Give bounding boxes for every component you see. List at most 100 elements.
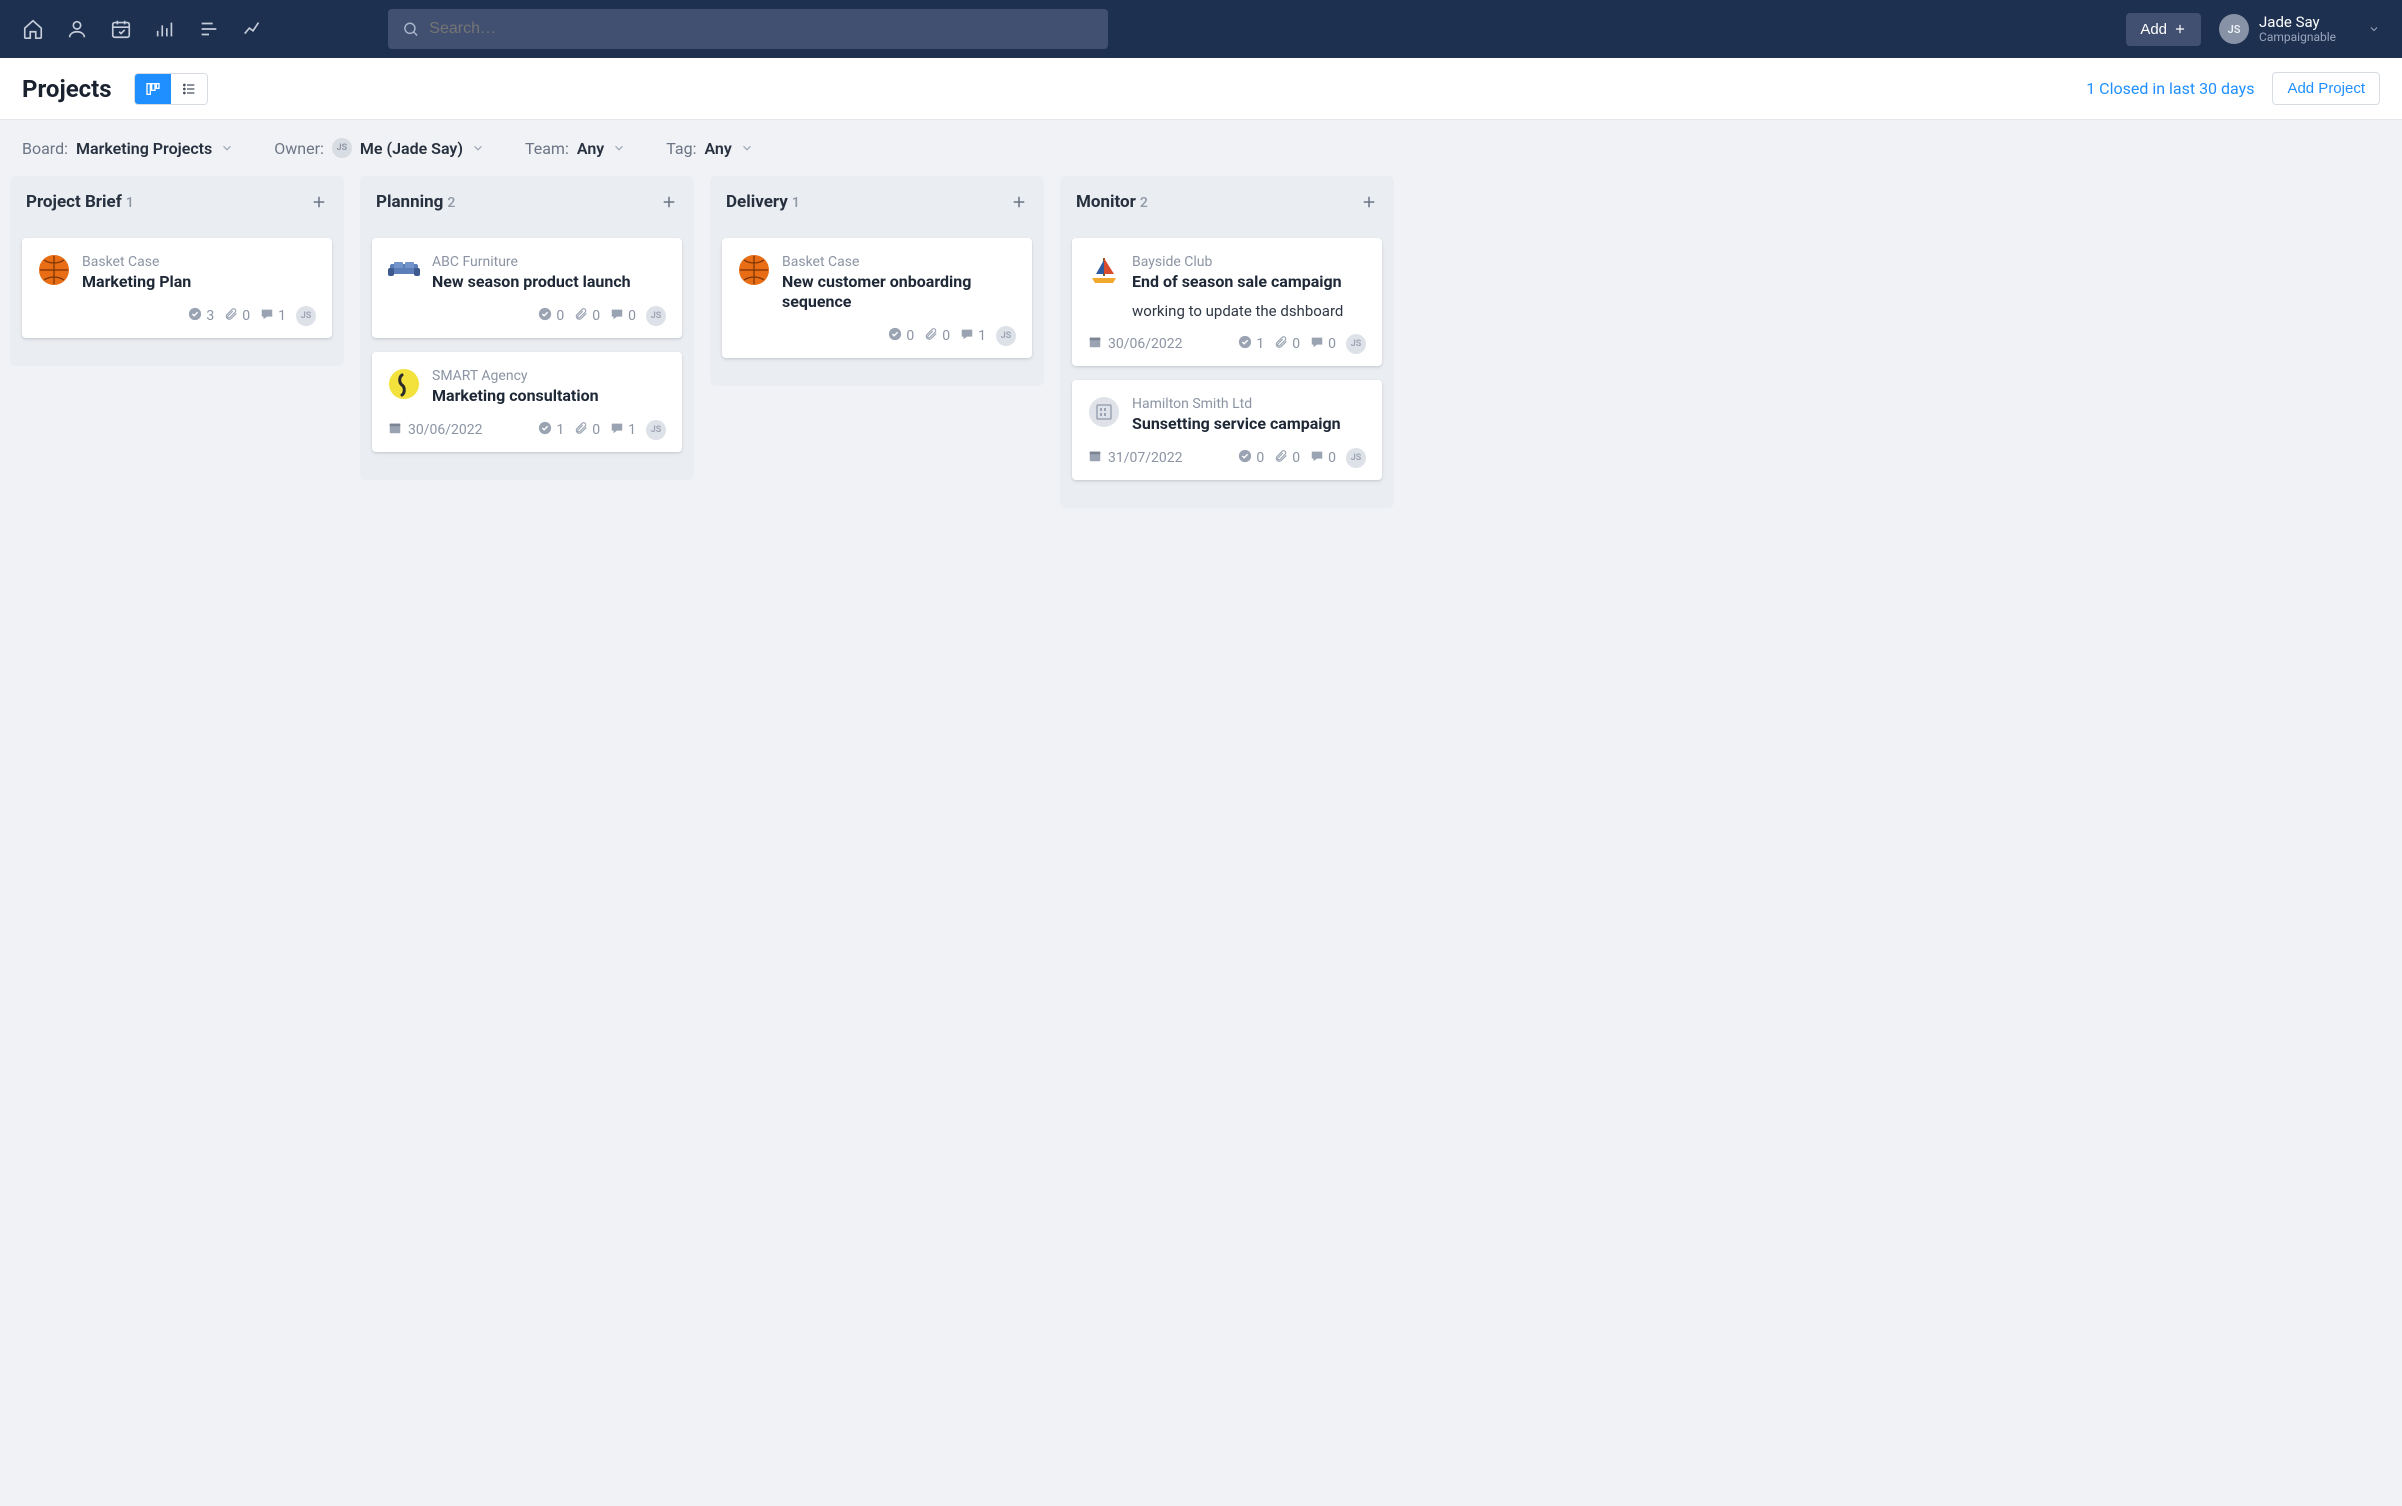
column-add-icon[interactable] bbox=[1360, 193, 1378, 211]
home-icon[interactable] bbox=[22, 18, 44, 40]
tasks-stat: 0 bbox=[888, 327, 914, 345]
column-count: 1 bbox=[792, 195, 800, 211]
project-card[interactable]: ABC Furniture New season product launch … bbox=[372, 238, 682, 338]
attach-stat: 0 bbox=[224, 307, 250, 325]
attach-count: 0 bbox=[592, 422, 600, 438]
attach-stat: 0 bbox=[924, 327, 950, 345]
comment-icon bbox=[260, 307, 274, 325]
column-header: Delivery1 bbox=[722, 190, 1032, 214]
tasks-stat: 1 bbox=[1238, 335, 1264, 353]
card-top: SMART Agency Marketing consultation bbox=[388, 368, 666, 406]
assignee-avatar: JS bbox=[296, 306, 316, 326]
board-view-button[interactable] bbox=[135, 74, 171, 104]
assignee-avatar: JS bbox=[646, 306, 666, 326]
attach-stat: 0 bbox=[1274, 335, 1300, 353]
attach-stat: 0 bbox=[574, 421, 600, 439]
tasks-stat: 0 bbox=[1238, 449, 1264, 467]
column: Planning2 ABC Furniture New season produ… bbox=[360, 176, 694, 480]
add-project-button[interactable]: Add Project bbox=[2272, 72, 2380, 105]
comments-count: 0 bbox=[1328, 450, 1336, 466]
column-title: Planning bbox=[376, 192, 443, 212]
comments-count: 0 bbox=[1328, 336, 1336, 352]
project-card[interactable]: Basket Case New customer onboarding sequ… bbox=[722, 238, 1032, 358]
comment-icon bbox=[960, 327, 974, 345]
chevron-down-icon bbox=[471, 141, 485, 155]
date-icon bbox=[1088, 449, 1102, 467]
board: Project Brief 1 Basket Case Marketing Pla… bbox=[0, 176, 2402, 538]
filter-tag[interactable]: Tag: Any bbox=[666, 138, 754, 158]
comments-count: 0 bbox=[628, 308, 636, 324]
tasks-count: 1 bbox=[1256, 336, 1264, 352]
user-text: Jade Say Campaignable bbox=[2259, 14, 2336, 45]
comments-stat: 1 bbox=[960, 327, 986, 345]
calendar-icon[interactable] bbox=[110, 18, 132, 40]
attach-icon bbox=[574, 421, 588, 439]
column-add-icon[interactable] bbox=[1010, 193, 1028, 211]
column-title: Monitor bbox=[1076, 192, 1136, 212]
filter-owner[interactable]: Owner: JS Me (Jade Say) bbox=[274, 138, 485, 158]
attach-count: 0 bbox=[942, 328, 950, 344]
card-stats: 0 0 1 JS bbox=[888, 326, 1016, 346]
card-stats: 1 0 0 JS bbox=[1238, 334, 1366, 354]
card-top: Bayside Club End of season sale campaign… bbox=[1088, 254, 1366, 320]
card-date: 31/07/2022 bbox=[1088, 449, 1183, 467]
attach-count: 0 bbox=[1292, 336, 1300, 352]
column-title: Project Brief bbox=[26, 192, 122, 212]
comments-count: 1 bbox=[628, 422, 636, 438]
tasks-count: 0 bbox=[556, 308, 564, 324]
comments-count: 1 bbox=[278, 308, 286, 324]
search-field[interactable] bbox=[429, 20, 1094, 38]
column-count: 2 bbox=[1140, 195, 1148, 211]
filter-board[interactable]: Board: Marketing Projects bbox=[22, 138, 234, 158]
add-button-label: Add bbox=[2140, 21, 2167, 38]
bars-icon[interactable] bbox=[154, 18, 176, 40]
nav-icon-group bbox=[22, 18, 264, 40]
list-view-button[interactable] bbox=[171, 74, 207, 104]
filter-team[interactable]: Team: Any bbox=[525, 138, 626, 158]
card-top: Hamilton Smith Ltd Sunsetting service ca… bbox=[1088, 396, 1366, 434]
column-add-icon[interactable] bbox=[310, 193, 328, 211]
comment-icon bbox=[610, 421, 624, 439]
closed-link[interactable]: 1 Closed in last 30 days bbox=[2086, 79, 2254, 98]
check-icon bbox=[188, 307, 202, 325]
filter-board-label: Board: bbox=[22, 139, 68, 158]
user-avatar: JS bbox=[2219, 14, 2249, 44]
board-nav-icon[interactable] bbox=[198, 18, 220, 40]
card-title: Marketing consultation bbox=[432, 386, 666, 406]
date-icon bbox=[388, 421, 402, 439]
chevron-down-icon bbox=[2368, 23, 2380, 35]
user-name: Jade Say bbox=[2259, 14, 2336, 31]
card-meta: 30/06/2022 1 0 0 JS bbox=[1088, 334, 1366, 354]
client-name: Basket Case bbox=[82, 254, 316, 270]
search-wrap bbox=[388, 9, 1108, 49]
project-card[interactable]: Basket Case Marketing Plan 3 0 1 JS bbox=[22, 238, 332, 338]
user-menu[interactable]: JS Jade Say Campaignable bbox=[2219, 14, 2380, 45]
column: Delivery1 Basket Case New customer onboa… bbox=[710, 176, 1044, 386]
project-card[interactable]: SMART Agency Marketing consultation 30/0… bbox=[372, 352, 682, 452]
sub-header: Projects 1 Closed in last 30 days Add Pr… bbox=[0, 58, 2402, 120]
card-top: ABC Furniture New season product launch bbox=[388, 254, 666, 292]
attach-icon bbox=[574, 307, 588, 325]
nav-right: Add JS Jade Say Campaignable bbox=[2126, 13, 2380, 46]
project-card[interactable]: Hamilton Smith Ltd Sunsetting service ca… bbox=[1072, 380, 1382, 480]
search-input[interactable] bbox=[388, 9, 1108, 49]
filter-tag-label: Tag: bbox=[666, 139, 696, 158]
comments-stat: 0 bbox=[1310, 335, 1336, 353]
trend-icon[interactable] bbox=[242, 18, 264, 40]
comment-icon bbox=[1310, 335, 1324, 353]
filter-bar: Board: Marketing Projects Owner: JS Me (… bbox=[0, 120, 2402, 176]
card-date-value: 30/06/2022 bbox=[408, 422, 483, 438]
person-icon[interactable] bbox=[66, 18, 88, 40]
client-name: Basket Case bbox=[782, 254, 1016, 270]
add-button[interactable]: Add bbox=[2126, 13, 2201, 46]
attach-stat: 0 bbox=[574, 307, 600, 325]
check-icon bbox=[1238, 449, 1252, 467]
tasks-stat: 3 bbox=[188, 307, 214, 325]
assignee-avatar: JS bbox=[646, 420, 666, 440]
filter-team-label: Team: bbox=[525, 139, 569, 158]
assignee-avatar: JS bbox=[996, 326, 1016, 346]
client-avatar bbox=[38, 254, 70, 286]
column-add-icon[interactable] bbox=[660, 193, 678, 211]
card-meta: 30/06/2022 1 0 1 JS bbox=[388, 420, 666, 440]
project-card[interactable]: Bayside Club End of season sale campaign… bbox=[1072, 238, 1382, 366]
